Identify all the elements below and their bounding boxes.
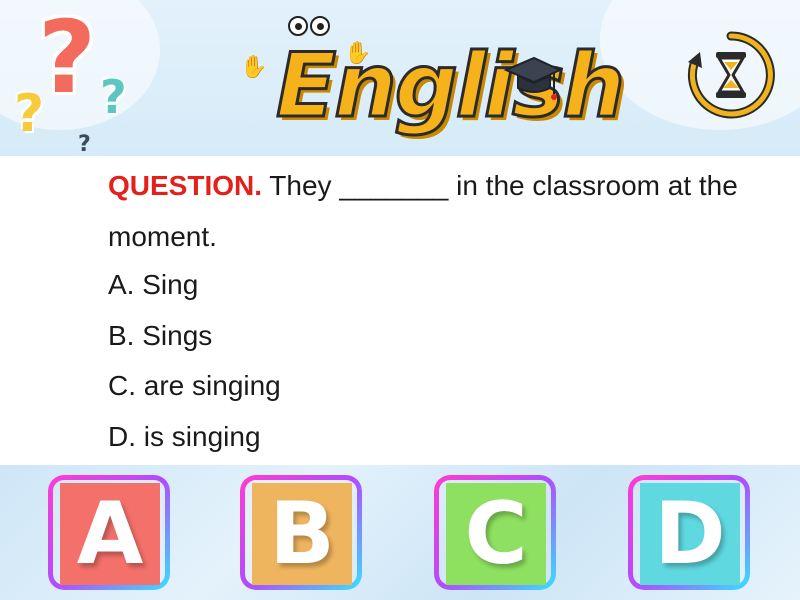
answer-bar: A B C D (0, 465, 800, 600)
option-a: A. Sing (108, 269, 199, 300)
question-label: QUESTION. (108, 170, 263, 201)
answer-face: A (60, 483, 160, 585)
question-marks-icon: ? ? ? ? (10, 6, 150, 156)
answer-letter: D (654, 484, 726, 584)
header-banner: ? ? ? ? ✋ ✋ English (0, 0, 800, 156)
option-c: C. are singing (108, 370, 281, 401)
question-mark-yellow: ? (14, 84, 45, 144)
question-mark-small: ? (78, 132, 91, 156)
waving-hand-icon: ✋ (240, 54, 268, 79)
logo-title: English (274, 33, 626, 139)
answer-face: C (446, 483, 546, 585)
question-text: QUESTION. They _______ in the classroom … (108, 160, 778, 262)
question-mark-red: ? (38, 0, 97, 116)
answer-button-c[interactable]: C (434, 475, 556, 590)
answer-face: D (640, 483, 740, 585)
answer-letter: B (269, 484, 335, 584)
answer-face: B (252, 483, 352, 585)
english-logo: ✋ ✋ English (240, 10, 627, 150)
answer-letter: A (76, 484, 144, 584)
hourglass-timer-icon (687, 31, 775, 119)
answer-letter: C (464, 484, 528, 584)
option-d: D. is singing (108, 421, 261, 452)
question-mark-teal: ? (100, 70, 127, 124)
graduation-cap-icon (503, 56, 562, 100)
answer-button-b[interactable]: B (240, 475, 362, 590)
option-b: B. Sings (108, 320, 213, 351)
answer-button-a[interactable]: A (48, 475, 170, 590)
answer-button-d[interactable]: D (628, 475, 750, 590)
